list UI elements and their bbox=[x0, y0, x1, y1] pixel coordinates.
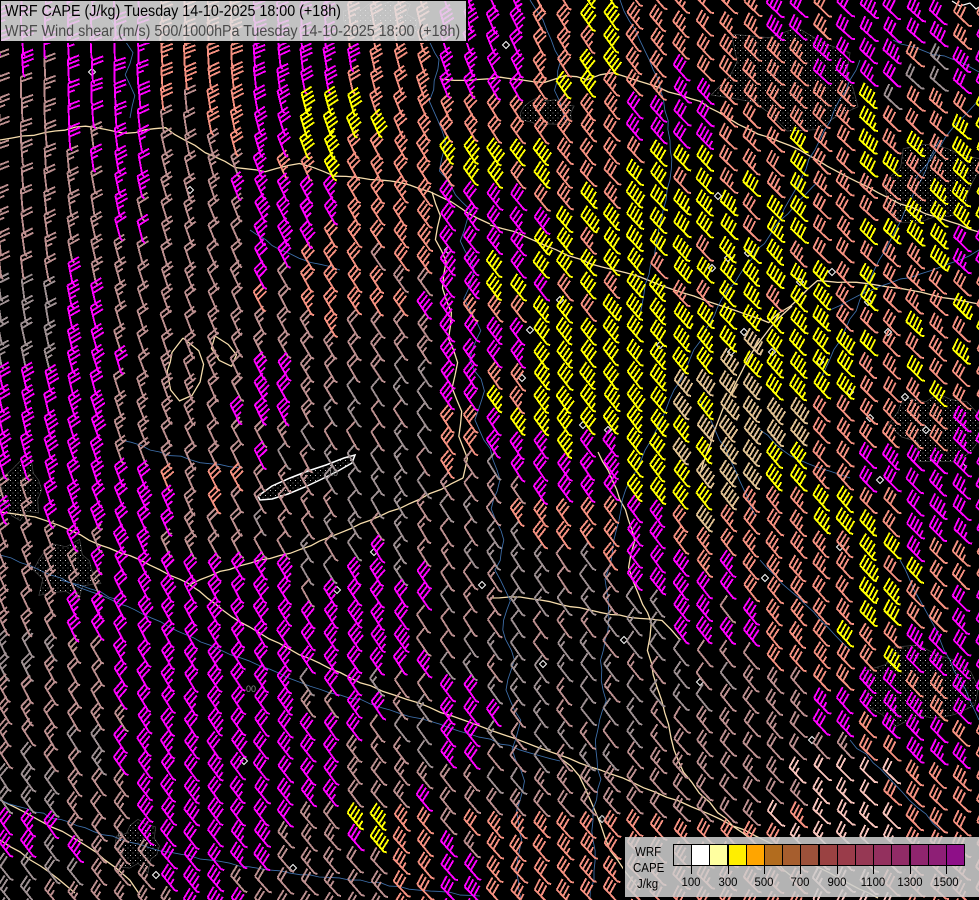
svg-text:00: 00 bbox=[246, 684, 256, 694]
